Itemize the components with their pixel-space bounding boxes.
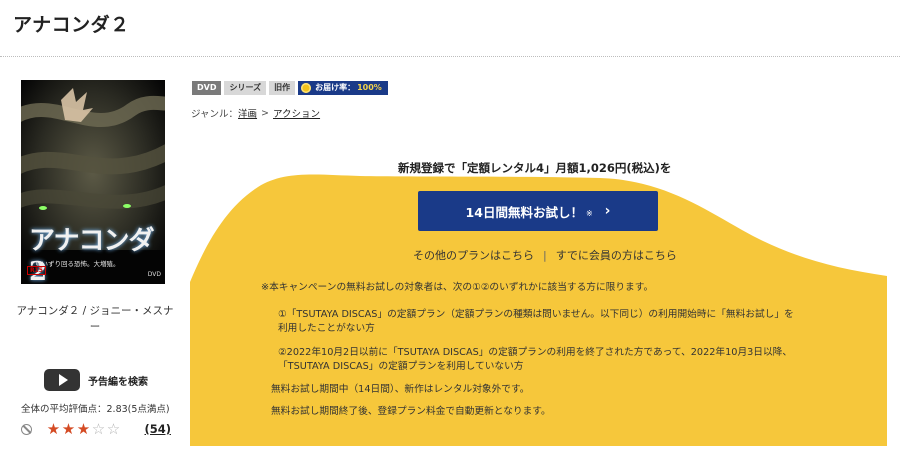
- star-rating[interactable]: ★ ★ ★ ☆ ☆: [46, 419, 121, 438]
- genre-label: ジャンル：: [191, 109, 239, 120]
- note-condition-2: ②2022年10月2日以前に「TSUTAYA DISCAS」の定額プランの利用を…: [278, 347, 793, 358]
- badge-dvd: DVD: [192, 81, 222, 95]
- star-icon-empty: ☆: [91, 419, 106, 438]
- play-icon: [44, 369, 80, 391]
- delivery-value: 100%: [357, 83, 382, 92]
- other-plans-link[interactable]: その他のプランはこちら: [413, 247, 534, 263]
- campaign-headline: 新規登録で「定額レンタル4」月額1,026円(税込)を: [398, 161, 672, 175]
- note-eligibility: ※本キャンペーンの無料お試しの対象者は、次の①②のいずれかに該当する方に限ります…: [261, 282, 654, 293]
- poster-tagline: 見いずり回る恐怖。大増殖。: [35, 260, 120, 268]
- title-divider: [0, 56, 900, 57]
- trailer-search-button[interactable]: 予告編を検索: [44, 369, 148, 391]
- badge-row: DVD シリーズ 旧作 お届け率： 100%: [192, 81, 391, 95]
- rating-row: ★ ★ ★ ☆ ☆ (54): [21, 420, 171, 438]
- average-rating-text: 全体の平均評価点：2.83(5点満点): [21, 404, 170, 415]
- free-trial-button[interactable]: 14日間無料お試し！ ※ ›: [418, 191, 658, 231]
- note-condition-1-cont: 利用したことがない方: [278, 323, 375, 334]
- review-count-link[interactable]: (54): [144, 422, 171, 436]
- badge-delivery-rate: お届け率： 100%: [298, 81, 388, 95]
- poster-rating-mark: R15: [27, 266, 46, 275]
- plan-links: その他のプランはこちら | すでに会員の方はこちら: [413, 247, 677, 263]
- page-title: アナコンダ２: [13, 14, 130, 36]
- poster-image[interactable]: アナコンダ2 見いずり回る恐怖。大増殖。 R15 DVD: [21, 80, 165, 284]
- link-separator: |: [543, 248, 547, 262]
- poster-dvd-mark: DVD: [147, 271, 161, 278]
- not-interested-icon[interactable]: [21, 423, 32, 435]
- star-icon-filled: ★: [61, 419, 76, 438]
- badge-series: シリーズ: [224, 81, 267, 95]
- free-trial-note-mark: ※: [585, 209, 593, 218]
- note-condition-1: ①「TSUTAYA DISCAS」の定額プラン（定額プランの種類は問いません。以…: [278, 309, 794, 320]
- free-trial-label: 14日間無料お試し！: [465, 204, 583, 220]
- trailer-label: 予告編を検索: [88, 376, 148, 388]
- star-icon-empty: ☆: [106, 419, 121, 438]
- poster-title: アナコンダ2: [29, 226, 154, 284]
- chevron-right-icon: ›: [604, 203, 611, 219]
- genre-link-western[interactable]: 洋画: [238, 106, 257, 120]
- coin-icon: [301, 83, 312, 93]
- star-icon-filled: ★: [46, 419, 61, 438]
- member-login-link[interactable]: すでに会員の方はこちら: [556, 247, 677, 263]
- delivery-label: お届け率：: [315, 83, 356, 92]
- genre-separator: >: [261, 107, 270, 119]
- note-trial-period: 無料お試し期間中（14日間）、新作はレンタル対象外です。: [271, 384, 530, 395]
- badge-old: 旧作: [269, 81, 296, 95]
- note-auto-renew: 無料お試し期間終了後、登録プラン料金で自動更新となります。: [271, 406, 551, 417]
- note-condition-2-cont: 「TSUTAYA DISCAS」の定額プランを利用していない方: [278, 361, 524, 372]
- genre-breadcrumb: ジャンル： 洋画 > アクション: [191, 106, 320, 121]
- star-icon-filled: ★: [76, 419, 91, 438]
- work-credit: アナコンダ２ / ジョニー・メスナー: [16, 305, 174, 333]
- genre-link-action[interactable]: アクション: [273, 106, 320, 120]
